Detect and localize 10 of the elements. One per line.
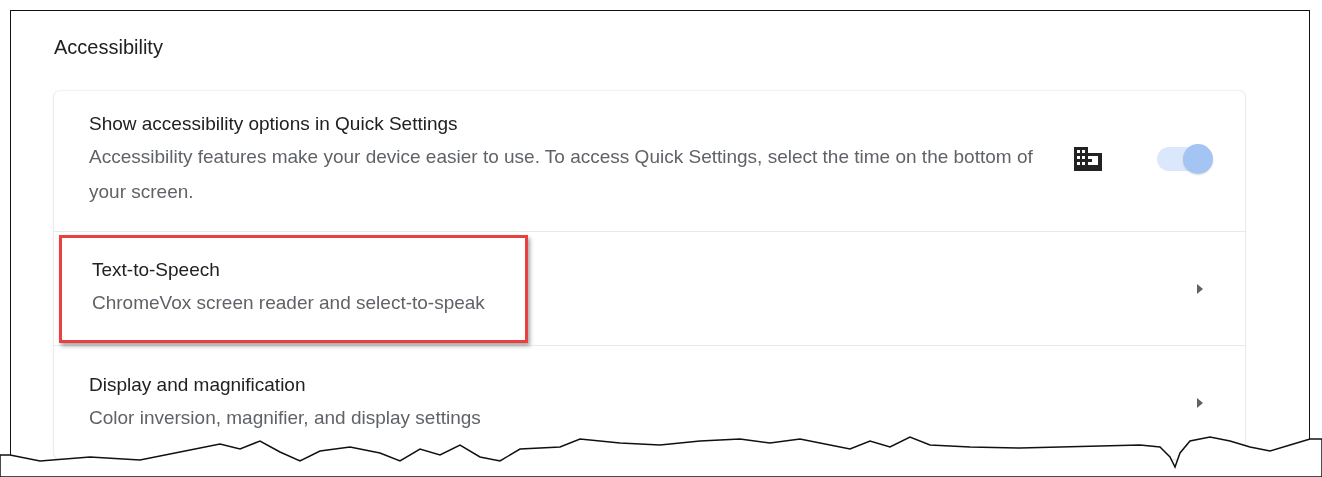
setting-description: Color inversion, magnifier, and display settings	[89, 406, 482, 430]
setting-description: Accessibility features make your device easier to use. To access Quick Settings, select the time on the bottom of your screen.	[89, 145, 1034, 204]
setting-title: Text-to-Speech	[92, 257, 221, 282]
setting-title: Show accessibility options in Quick Settings	[89, 112, 459, 136]
chevron-right-icon[interactable]	[1195, 281, 1205, 296]
section-heading: Accessibility	[54, 36, 164, 59]
setting-title: Display and magnification	[89, 373, 307, 397]
chevron-right-icon[interactable]	[1195, 395, 1205, 410]
toggle-switch[interactable]	[1157, 147, 1211, 171]
setting-description: ChromeVox screen reader and select-to-speak	[92, 290, 485, 315]
